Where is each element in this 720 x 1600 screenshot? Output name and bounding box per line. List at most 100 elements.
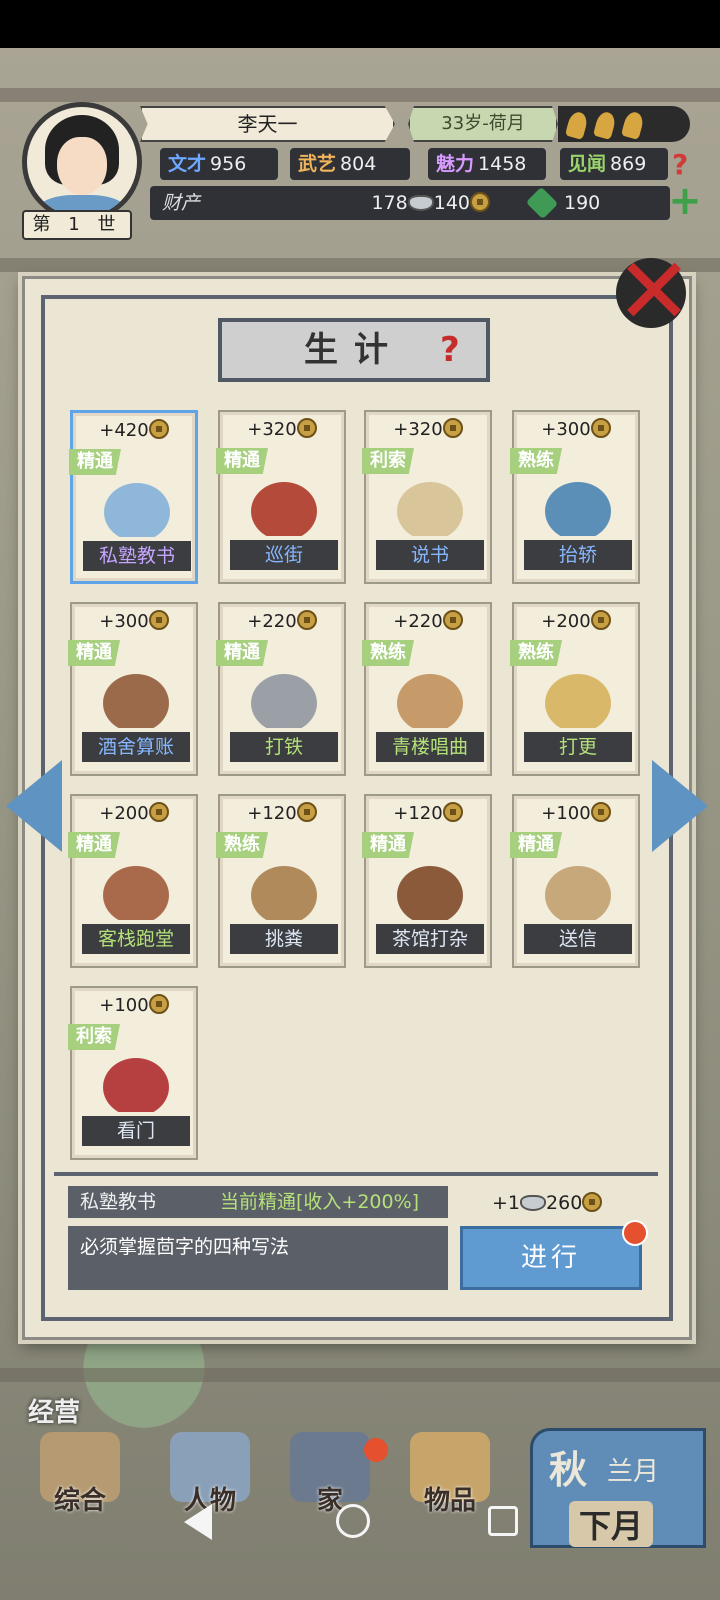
- detail-status: 当前精通[收入+200%]: [220, 1191, 420, 1213]
- silver-amount: 178: [371, 192, 408, 214]
- job-illustration: [388, 858, 472, 920]
- character-age: 33岁-荷月: [408, 106, 558, 142]
- job-income-row: +300: [514, 418, 638, 440]
- coin-icon: [148, 610, 169, 630]
- recent-apps-icon[interactable]: [488, 1506, 518, 1536]
- notification-dot: [622, 1220, 648, 1246]
- stat-value: 869: [610, 153, 647, 175]
- stat-martial: 武艺 804: [290, 148, 410, 180]
- job-card[interactable]: +120 熟练 挑粪: [216, 794, 346, 968]
- home-icon[interactable]: [336, 1504, 370, 1538]
- job-income: +300: [541, 419, 591, 440]
- job-income: +420: [99, 420, 149, 441]
- job-name: 客栈跑堂: [82, 924, 190, 954]
- job-illustration: [536, 666, 620, 728]
- job-rank-badge: 熟练: [510, 448, 562, 474]
- close-icon[interactable]: ✕: [608, 246, 700, 342]
- system-nav-bar: [0, 1488, 720, 1568]
- stat-key: 见闻: [568, 153, 607, 175]
- job-income: +120: [393, 803, 443, 824]
- job-income-row: +300: [72, 610, 196, 632]
- leaf-icon: [620, 110, 646, 140]
- job-income: +200: [541, 611, 591, 632]
- job-rank-badge: 利索: [68, 1024, 120, 1050]
- job-card[interactable]: +100 利索 看门: [68, 986, 198, 1160]
- coin-icon: [296, 418, 317, 438]
- notification-dot: [364, 1438, 388, 1462]
- coin-icon: [148, 802, 169, 822]
- coin-icon: [442, 802, 463, 822]
- question-icon[interactable]: ?: [440, 330, 472, 370]
- stat-literary: 文才 956: [160, 148, 278, 180]
- job-name: 私塾教书: [83, 541, 191, 571]
- job-name: 挑粪: [230, 924, 338, 954]
- detail-job-name: 私塾教书: [80, 1191, 157, 1213]
- job-income-row: +120: [220, 802, 344, 824]
- job-income-row: +100: [514, 802, 638, 824]
- question-icon[interactable]: ?: [672, 148, 702, 181]
- coin-icon: [582, 1192, 603, 1212]
- job-income-row: +220: [220, 610, 344, 632]
- proceed-button[interactable]: 进行: [460, 1226, 642, 1290]
- stat-charm: 魅力 1458: [428, 148, 546, 180]
- job-card[interactable]: +300 精通 酒舍算账: [68, 602, 198, 776]
- job-card[interactable]: +220 精通 打铁: [216, 602, 346, 776]
- job-illustration: [388, 474, 472, 536]
- jade-bar: 190: [520, 186, 670, 220]
- job-card[interactable]: +320 精通 巡街: [216, 410, 346, 584]
- stat-key: 魅力: [436, 153, 475, 175]
- coin-icon: [148, 994, 169, 1014]
- job-card[interactable]: +200 精通客栈跑堂: [68, 794, 198, 968]
- jade-icon: [525, 186, 559, 220]
- character-hud: 第 1 世 李天一 33岁-荷月 文才 956 武艺 804 魅力 1458 见闻 86…: [0, 90, 720, 250]
- job-income: +200: [99, 803, 149, 824]
- coin-icon: [590, 610, 611, 630]
- manage-label[interactable]: 经营: [28, 1392, 80, 1429]
- job-rank-badge: 熟练: [510, 640, 562, 666]
- job-income-row: +220: [366, 610, 490, 632]
- job-card[interactable]: +320 利索 说书: [362, 410, 492, 584]
- generation-tag: 第 1 世: [22, 210, 132, 240]
- job-card[interactable]: +100 精通送信: [510, 794, 640, 968]
- silver-ingot-icon: [407, 195, 434, 211]
- job-rank-badge: 精通: [68, 640, 120, 666]
- job-rank-badge: 精通: [510, 832, 562, 858]
- job-name: 送信: [524, 924, 632, 954]
- plus-icon[interactable]: +: [666, 181, 704, 222]
- wealth-values: 178 140: [371, 186, 490, 220]
- bonus-bar[interactable]: [558, 106, 690, 142]
- back-icon[interactable]: [184, 1504, 212, 1540]
- job-income: +300: [99, 611, 149, 632]
- job-name: 抬轿: [524, 540, 632, 570]
- avatar[interactable]: [22, 102, 142, 222]
- leaf-icon: [564, 110, 590, 140]
- coin-icon: [148, 419, 169, 439]
- job-rank-badge: 精通: [362, 832, 414, 858]
- job-income: +120: [247, 803, 297, 824]
- coin-icon: [442, 418, 463, 438]
- detail-reward: +1 260: [492, 1188, 622, 1218]
- reward-coins: 260: [546, 1192, 583, 1214]
- job-card[interactable]: +220 熟练 青楼唱曲: [362, 602, 492, 776]
- job-income-row: +200: [514, 610, 638, 632]
- character-name: 李天一: [140, 106, 395, 142]
- job-illustration: [94, 858, 178, 920]
- job-income: +220: [247, 611, 297, 632]
- job-income-row: +120: [366, 802, 490, 824]
- job-income: +320: [247, 419, 297, 440]
- job-income-row: +420: [73, 419, 195, 441]
- silver-ingot-icon: [520, 1195, 547, 1211]
- job-rank-badge: 精通: [68, 832, 120, 858]
- job-card[interactable]: +420 精通 私塾教书: [69, 410, 198, 584]
- job-card[interactable]: +300 熟练抬轿: [510, 410, 640, 584]
- season-label: 秋: [549, 1447, 588, 1492]
- job-illustration: [242, 858, 326, 920]
- stat-value: 804: [340, 153, 377, 175]
- detail-header: 私塾教书 当前精通[收入+200%]: [68, 1186, 448, 1218]
- job-card[interactable]: +120 精通 茶馆打杂: [362, 794, 492, 968]
- job-card[interactable]: +200 熟练 打更: [510, 602, 640, 776]
- job-illustration: [95, 475, 179, 537]
- stat-key: 武艺: [298, 153, 337, 175]
- job-rank-badge: 精通: [216, 640, 268, 666]
- job-illustration: [94, 1050, 178, 1112]
